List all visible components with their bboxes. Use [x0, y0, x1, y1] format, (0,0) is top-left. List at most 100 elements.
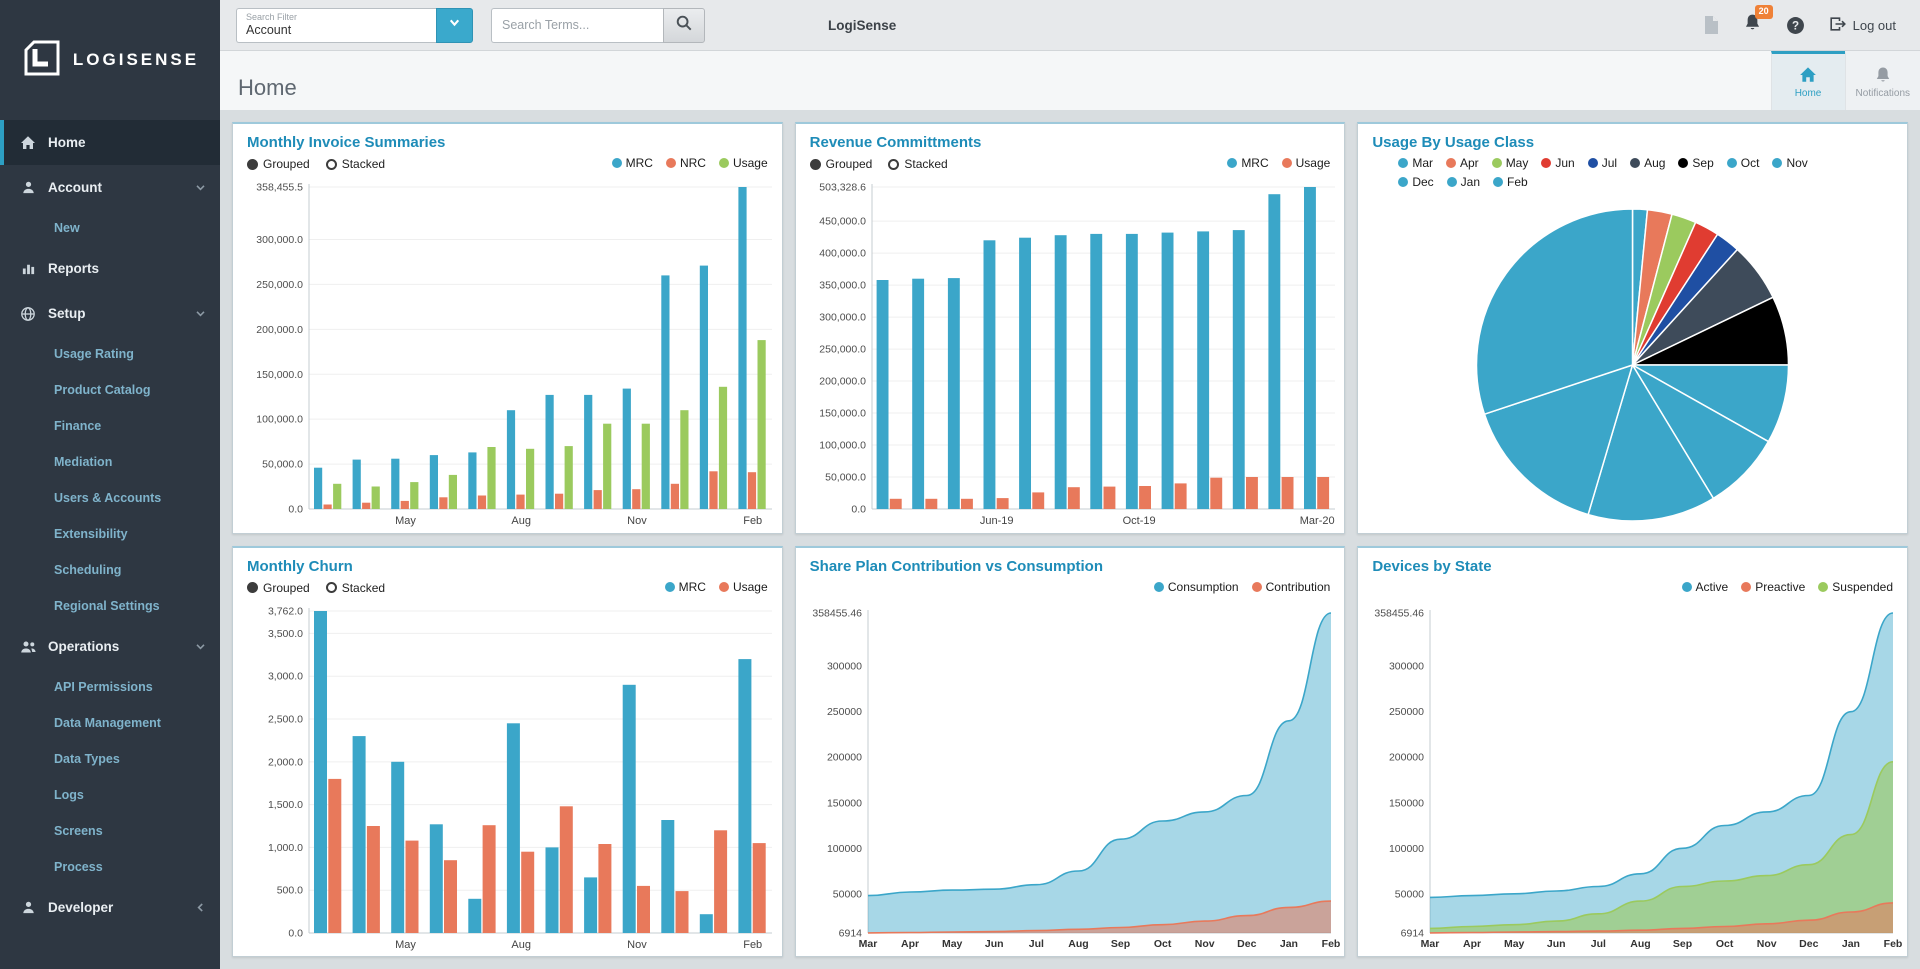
sidebar-item-process[interactable]: Process	[0, 849, 220, 885]
svg-text:3,762.0: 3,762.0	[268, 605, 303, 617]
sidebar-item-operations[interactable]: Operations	[0, 624, 220, 669]
sidebar-item-home[interactable]: Home	[0, 120, 220, 165]
legend-label: Sep	[1692, 156, 1714, 170]
legend-item-preactive[interactable]: Preactive	[1741, 580, 1805, 594]
radio-dot-icon	[325, 158, 337, 170]
radio-grouped[interactable]: Grouped	[247, 157, 310, 171]
tab-notifications[interactable]: Notifications	[1844, 51, 1920, 110]
legend-item-mar[interactable]: Mar	[1398, 156, 1433, 170]
sidebar-item-finance[interactable]: Finance	[0, 408, 220, 444]
legend-item-mrc[interactable]: MRC	[1227, 156, 1269, 170]
legend-label: Apr	[1460, 156, 1479, 170]
svg-text:358,455.5: 358,455.5	[256, 182, 303, 194]
legend-item-consumption[interactable]: Consumption	[1153, 580, 1239, 594]
legend-item-jul[interactable]: Jul	[1587, 156, 1617, 170]
globe-icon	[18, 306, 38, 322]
legend-dot-icon	[1491, 158, 1502, 168]
radio-stacked[interactable]: Stacked	[325, 157, 385, 171]
sidebar-item-usage-rating[interactable]: Usage Rating	[0, 336, 220, 372]
legend-item-usage[interactable]: Usage	[718, 580, 768, 594]
chart-legend: MRC Usage	[1227, 156, 1330, 170]
svg-text:Oct: Oct	[1716, 938, 1734, 950]
legend-item-contribution[interactable]: Contribution	[1251, 580, 1330, 594]
sidebar-item-regional-settings[interactable]: Regional Settings	[0, 588, 220, 624]
svg-text:200,000.0: 200,000.0	[819, 376, 866, 388]
legend-item-mrc[interactable]: MRC	[664, 580, 706, 594]
sidebar-item-logs[interactable]: Logs	[0, 777, 220, 813]
dashboard-grid: Monthly Invoice Summaries Grouped Stacked…	[220, 110, 1920, 969]
legend-item-apr[interactable]: Apr	[1446, 156, 1479, 170]
svg-text:Aug: Aug	[1068, 938, 1088, 950]
sidebar-item-data-types[interactable]: Data Types	[0, 741, 220, 777]
legend-item-active[interactable]: Active	[1681, 580, 1728, 594]
sidebar-item-setup[interactable]: Setup	[0, 291, 220, 336]
sidebar-item-label: Account	[48, 180, 102, 195]
svg-text:100000: 100000	[1389, 842, 1424, 854]
svg-text:Aug: Aug	[511, 939, 531, 951]
search-terms	[491, 7, 705, 43]
sidebar-item-api-permissions[interactable]: API Permissions	[0, 669, 220, 705]
bar-chart-svg: 0.0 50,000.0 100,000.0 150,000.0 200,000.0 25…	[256, 182, 772, 527]
sidebar-item-mediation[interactable]: Mediation	[0, 444, 220, 480]
panel-title: Usage By Usage Class	[1372, 134, 1535, 151]
search-filter-select[interactable]: Search Filter Account	[236, 7, 436, 43]
help-icon[interactable]: ?	[1786, 16, 1805, 35]
legend-item-feb[interactable]: Feb	[1493, 175, 1528, 189]
svg-text:50,000.0: 50,000.0	[262, 459, 303, 471]
legend-item-usage[interactable]: Usage	[1281, 156, 1330, 170]
tab-home[interactable]: Home	[1770, 51, 1845, 110]
svg-text:Nov: Nov	[627, 515, 647, 527]
legend-item-nrc[interactable]: NRC	[665, 156, 706, 170]
svg-text:300,000.0: 300,000.0	[256, 234, 303, 246]
svg-text:1,000.0: 1,000.0	[268, 841, 303, 853]
svg-text:200000: 200000	[1389, 751, 1424, 763]
notifications-bell-button[interactable]: 20	[1743, 5, 1773, 37]
sidebar-item-label: New	[54, 221, 80, 235]
legend-item-usage[interactable]: Usage	[718, 156, 768, 170]
sidebar-item-developer[interactable]: Developer	[0, 885, 220, 930]
svg-text:Mar-20: Mar-20	[1299, 515, 1334, 527]
legend-dot-icon	[1678, 158, 1689, 168]
sidebar-item-extensibility[interactable]: Extensibility	[0, 516, 220, 552]
legend-item-nov[interactable]: Nov	[1772, 156, 1808, 170]
logo[interactable]: LOGISENSE	[0, 0, 220, 120]
legend-item-jun[interactable]: Jun	[1541, 156, 1575, 170]
filter-dropdown-button[interactable]	[436, 7, 473, 43]
legend-label: May	[1505, 156, 1529, 170]
sidebar-item-product-catalog[interactable]: Product Catalog	[0, 372, 220, 408]
search-button[interactable]	[663, 7, 705, 43]
radio-dot-icon	[247, 158, 258, 170]
document-icon[interactable]	[1704, 16, 1719, 34]
topbar-actions: 20 ? Log out	[1704, 5, 1904, 37]
legend-item-dec[interactable]: Dec	[1398, 175, 1434, 189]
sidebar-item-reports[interactable]: Reports	[0, 246, 220, 291]
sidebar-item-new[interactable]: New	[0, 210, 220, 246]
radio-dot-icon	[325, 582, 337, 593]
legend-item-jan[interactable]: Jan	[1446, 175, 1480, 189]
radio-grouped[interactable]: Grouped	[247, 581, 310, 595]
chart-controls: Consumption Contribution	[796, 577, 1345, 601]
legend-item-may[interactable]: May	[1491, 156, 1529, 170]
sidebar-item-users-accounts[interactable]: Users & Accounts	[0, 480, 220, 516]
pie-chart-svg	[1476, 208, 1790, 522]
legend-item-oct[interactable]: Oct	[1726, 156, 1759, 170]
legend-item-sep[interactable]: Sep	[1678, 156, 1714, 170]
legend-item-suspended[interactable]: Suspended	[1818, 580, 1893, 594]
legend-dot-icon	[1681, 581, 1692, 592]
sidebar-item-screens[interactable]: Screens	[0, 813, 220, 849]
radio-stacked[interactable]: Stacked	[325, 581, 385, 595]
legend-item-mrc[interactable]: MRC	[611, 156, 653, 170]
sidebar-item-data-management[interactable]: Data Management	[0, 705, 220, 741]
svg-text:150000: 150000	[1389, 797, 1424, 809]
sidebar-item-label: Users & Accounts	[54, 491, 162, 505]
radio-stacked[interactable]: Stacked	[888, 157, 948, 171]
chart-mode-radios: Grouped Stacked	[247, 156, 385, 171]
radio-grouped[interactable]: Grouped	[809, 157, 872, 171]
panel-share-plan-contribution-vs-consumption: Share Plan Contribution vs Consumption C…	[794, 545, 1346, 957]
sidebar-item-account[interactable]: Account	[0, 165, 220, 210]
sidebar-item-scheduling[interactable]: Scheduling	[0, 552, 220, 588]
search-input[interactable]	[491, 7, 663, 43]
chevron-down-icon	[195, 641, 206, 652]
logout-button[interactable]: Log out	[1829, 16, 1896, 35]
legend-item-aug[interactable]: Aug	[1630, 156, 1665, 170]
